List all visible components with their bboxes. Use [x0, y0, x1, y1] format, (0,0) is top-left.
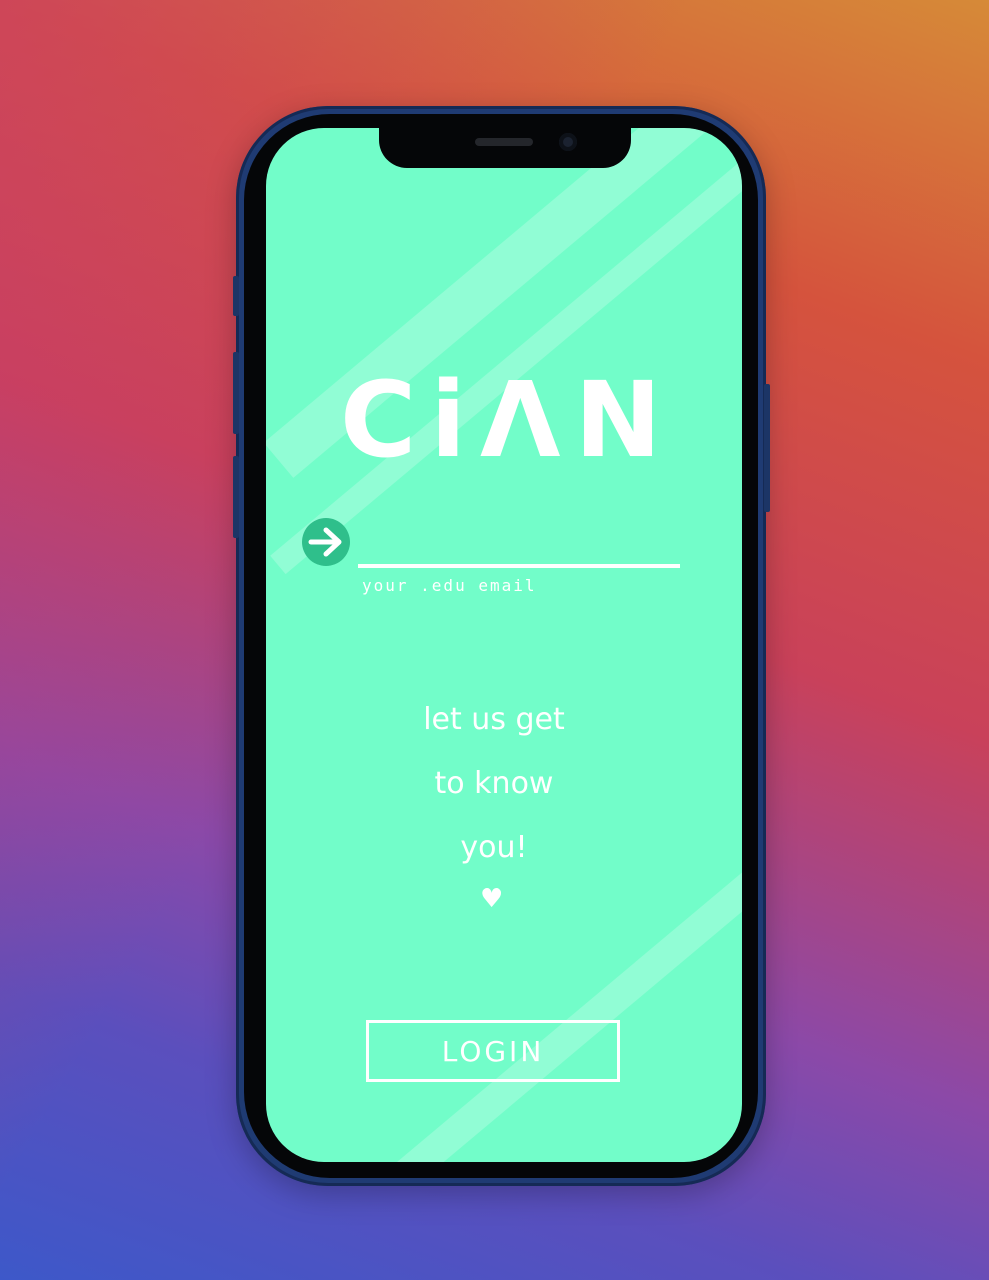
arrow-right-icon — [308, 527, 342, 557]
heart-icon: ♥ — [480, 884, 504, 914]
front-camera — [559, 133, 577, 151]
earpiece-speaker — [475, 138, 533, 146]
email-hint-label: your .edu email — [362, 576, 537, 595]
login-button[interactable]: LOGIN — [366, 1020, 620, 1082]
power-button — [764, 384, 770, 512]
mute-switch — [233, 276, 239, 316]
tagline-line-2: to know — [434, 766, 554, 801]
tagline-line-1: let us get — [423, 702, 565, 737]
volume-up-button — [233, 352, 239, 434]
volume-down-button — [233, 456, 239, 538]
tagline: let us get to know you! — [344, 700, 644, 892]
tagline-line-3: you! — [460, 830, 528, 865]
email-input[interactable] — [358, 528, 680, 568]
app-logo: CiΛN — [340, 359, 676, 481]
submit-email-button[interactable] — [302, 518, 350, 566]
screen-notch — [379, 128, 631, 168]
screen-glare-top-2 — [270, 128, 742, 575]
phone-screen: CiΛN your .edu email let us get to know … — [266, 128, 742, 1162]
